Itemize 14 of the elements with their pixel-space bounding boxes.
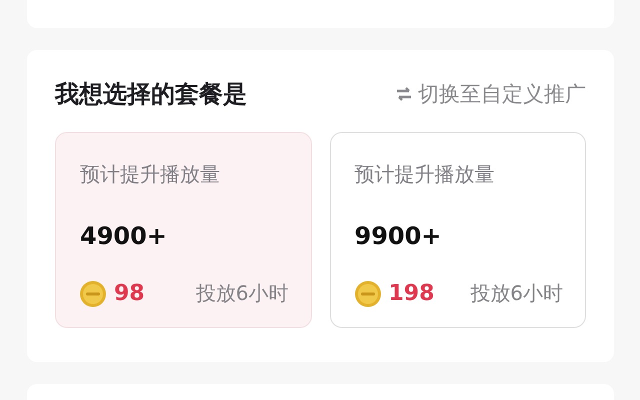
coin-icon bbox=[354, 280, 380, 306]
swap-arrows-icon bbox=[396, 87, 412, 101]
package-value: 9900+ bbox=[354, 222, 442, 250]
package-price: 98 bbox=[114, 281, 145, 306]
package-label: 预计提升播放量 bbox=[354, 161, 496, 188]
package-value: 4900+ bbox=[80, 222, 168, 250]
package-label: 预计提升播放量 bbox=[80, 161, 221, 188]
package-price: 198 bbox=[388, 281, 434, 306]
section-title: 我想选择的套餐是 bbox=[55, 79, 247, 110]
package-option[interactable]: 预计提升播放量 9900+ 198 投放6小时 bbox=[330, 132, 586, 328]
coin-icon bbox=[80, 280, 106, 306]
package-option[interactable]: 预计提升播放量 4900+ 98 投放6小时 bbox=[55, 132, 312, 328]
package-duration: 投放6小时 bbox=[196, 280, 288, 307]
package-duration: 投放6小时 bbox=[470, 280, 563, 307]
